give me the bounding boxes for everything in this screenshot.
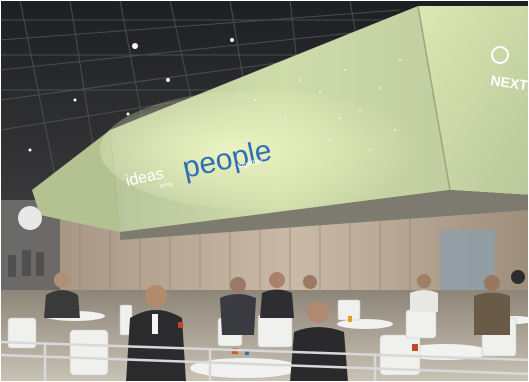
trade-fair-booth-photo: ideas bring people together NEXTR [0, 0, 529, 382]
photo-canvas: ideas bring people together NEXTR [0, 0, 529, 382]
glass-door [440, 230, 495, 300]
round-sign [18, 206, 42, 230]
